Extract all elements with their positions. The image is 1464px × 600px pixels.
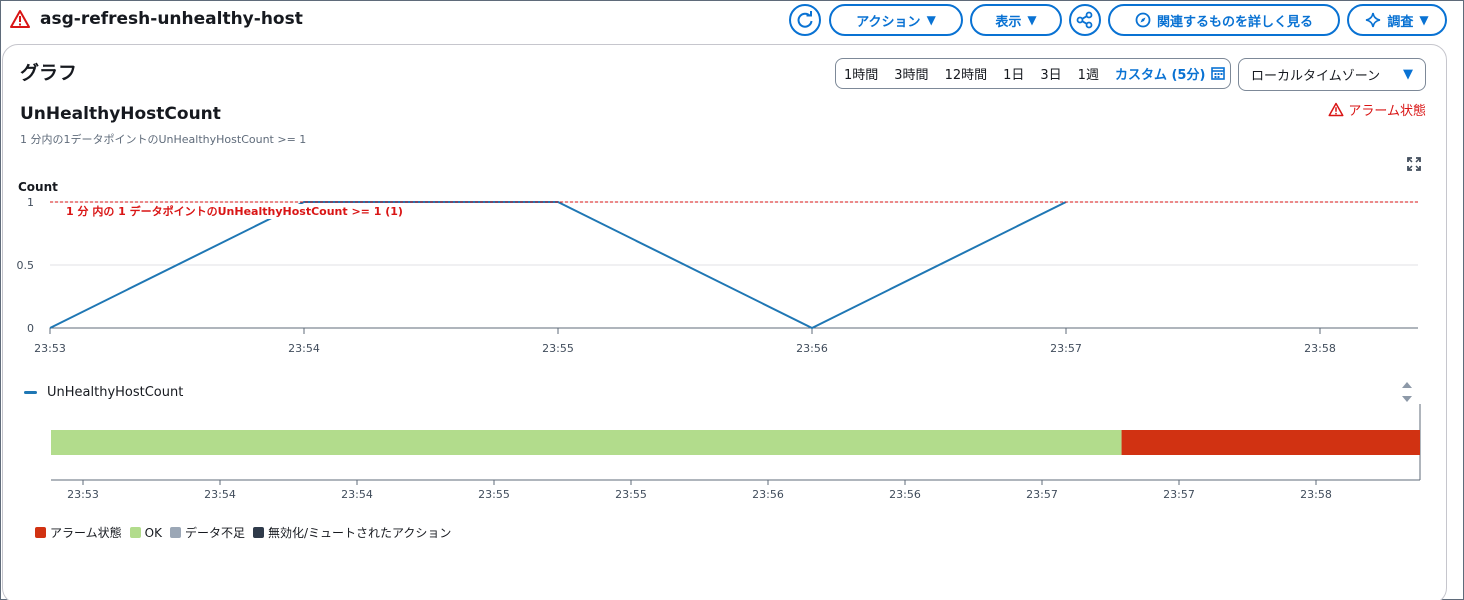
legend-swatch bbox=[35, 527, 46, 538]
alarm-warning-icon bbox=[10, 10, 30, 28]
y-axis-label: Count bbox=[18, 180, 58, 194]
legend-label: アラーム状態 bbox=[50, 526, 122, 540]
custom-time-range-option[interactable]: カスタム (5分) bbox=[1115, 64, 1205, 83]
timezone-select[interactable]: ローカルタイムゾーン ▼ bbox=[1238, 58, 1426, 91]
time-range-option[interactable]: 3日 bbox=[1040, 64, 1061, 83]
time-range-option[interactable]: 1日 bbox=[1003, 64, 1024, 83]
sparkle-icon bbox=[1366, 12, 1381, 28]
timeline-scroll-arrows[interactable] bbox=[1402, 382, 1412, 402]
y-tick-label: 0.5 bbox=[17, 259, 35, 272]
section-title: グラフ bbox=[20, 62, 78, 84]
actions-label: アクション bbox=[856, 14, 921, 30]
metric-title: UnHealthyHostCount bbox=[20, 104, 221, 124]
alarm-state-label: アラーム状態 bbox=[1348, 104, 1426, 119]
x-tick-label: 23:56 bbox=[796, 342, 828, 355]
warning-icon bbox=[1328, 102, 1344, 117]
timeline-tick-label: 23:55 bbox=[478, 488, 510, 501]
x-tick-label: 23:58 bbox=[1304, 342, 1336, 355]
share-button[interactable] bbox=[1069, 4, 1101, 36]
time-range-option[interactable]: 12時間 bbox=[945, 64, 988, 83]
threshold-label: 1 分 内の 1 データポイントのUnHealthyHostCount >= 1… bbox=[66, 204, 403, 218]
timeline-tick-label: 23:53 bbox=[67, 488, 99, 501]
y-tick-label: 0 bbox=[27, 322, 34, 335]
time-range-selector: 1時間 3時間 12時間 1日 3日 1週 カスタム (5分) bbox=[835, 58, 1231, 89]
caret-down-icon: ▼ bbox=[1403, 67, 1413, 82]
caret-down-icon: ▼ bbox=[1419, 13, 1429, 27]
view-dropdown-button[interactable]: 表示 ▼ bbox=[970, 4, 1062, 36]
timezone-value: ローカルタイムゾーン bbox=[1251, 69, 1381, 84]
x-tick-label: 23:57 bbox=[1050, 342, 1082, 355]
x-tick-label: 23:54 bbox=[288, 342, 320, 355]
legend-label: 無効化/ミュートされたアクション bbox=[267, 526, 452, 540]
timeline-tick-label: 23:54 bbox=[341, 488, 373, 501]
metric-line-chart: 0 0.5 1 23:53 23:54 23:55 23:56 23:57 23:58 1 分… bbox=[17, 180, 1418, 355]
legend-item-ok: OK bbox=[129, 525, 162, 540]
time-range-option[interactable]: 1週 bbox=[1078, 64, 1099, 83]
actions-dropdown-button[interactable]: アクション ▼ bbox=[829, 4, 963, 36]
y-tick-label: 1 bbox=[27, 196, 34, 209]
alarm-title: asg-refresh-unhealthy-host bbox=[40, 9, 303, 29]
share-icon bbox=[1076, 11, 1093, 29]
time-range-option[interactable]: 1時間 bbox=[844, 64, 878, 83]
compass-icon bbox=[1135, 12, 1151, 28]
calendar-icon[interactable] bbox=[1211, 66, 1225, 80]
timeline-tick-label: 23:55 bbox=[615, 488, 647, 501]
scroll-down-icon[interactable] bbox=[1402, 396, 1412, 402]
timeline-tick-label: 23:57 bbox=[1026, 488, 1058, 501]
legend-item-alarm: アラーム状態 bbox=[35, 524, 122, 541]
explore-related-button[interactable]: 関連するものを詳しく見る bbox=[1108, 4, 1340, 36]
legend-swatch bbox=[252, 527, 264, 538]
timeline-tick-label: 23:56 bbox=[752, 488, 784, 501]
investigate-dropdown-button[interactable]: 調査 ▼ bbox=[1347, 4, 1447, 36]
timeline-tick-label: 23:54 bbox=[204, 488, 236, 501]
time-range-option[interactable]: 3時間 bbox=[894, 64, 928, 83]
view-label: 表示 bbox=[995, 14, 1022, 30]
alarm-state-segment bbox=[1121, 430, 1420, 455]
caret-down-icon: ▼ bbox=[926, 13, 936, 27]
legend-label: データ不足 bbox=[184, 526, 245, 540]
timeline-tick-label: 23:56 bbox=[889, 488, 921, 501]
metric-condition: 1 分内の1データポイントのUnHealthyHostCount >= 1 bbox=[20, 133, 307, 146]
alarm-state-legend: アラーム状態 OK データ不足 無効化/ミュートされたアクション bbox=[35, 524, 459, 541]
refresh-button[interactable] bbox=[789, 4, 821, 36]
fullscreen-icon[interactable] bbox=[1407, 157, 1421, 171]
timeline-tick-label: 23:57 bbox=[1163, 488, 1195, 501]
refresh-icon bbox=[797, 11, 813, 28]
legend-label: OK bbox=[144, 525, 162, 540]
legend-item-insufficient-data: データ不足 bbox=[169, 524, 245, 541]
x-tick-label: 23:55 bbox=[542, 342, 574, 355]
legend-swatch bbox=[169, 527, 181, 538]
x-tick-label: 23:53 bbox=[34, 342, 66, 355]
legend-swatch bbox=[129, 527, 141, 538]
legend-item-muted-actions: 無効化/ミュートされたアクション bbox=[252, 524, 452, 541]
scroll-up-icon[interactable] bbox=[1402, 382, 1412, 388]
alarm-state-timeline: 23:53 23:54 23:54 23:55 23:55 23:56 23:56 23:57… bbox=[51, 382, 1421, 501]
alarm-state-indicator: アラーム状態 bbox=[1328, 100, 1426, 119]
caret-down-icon: ▼ bbox=[1027, 13, 1037, 27]
investigate-label: 調査 bbox=[1387, 14, 1414, 30]
timeline-tick-label: 23:58 bbox=[1300, 488, 1332, 501]
explore-related-label: 関連するものを詳しく見る bbox=[1156, 14, 1313, 30]
ok-state-segment bbox=[51, 430, 1122, 455]
